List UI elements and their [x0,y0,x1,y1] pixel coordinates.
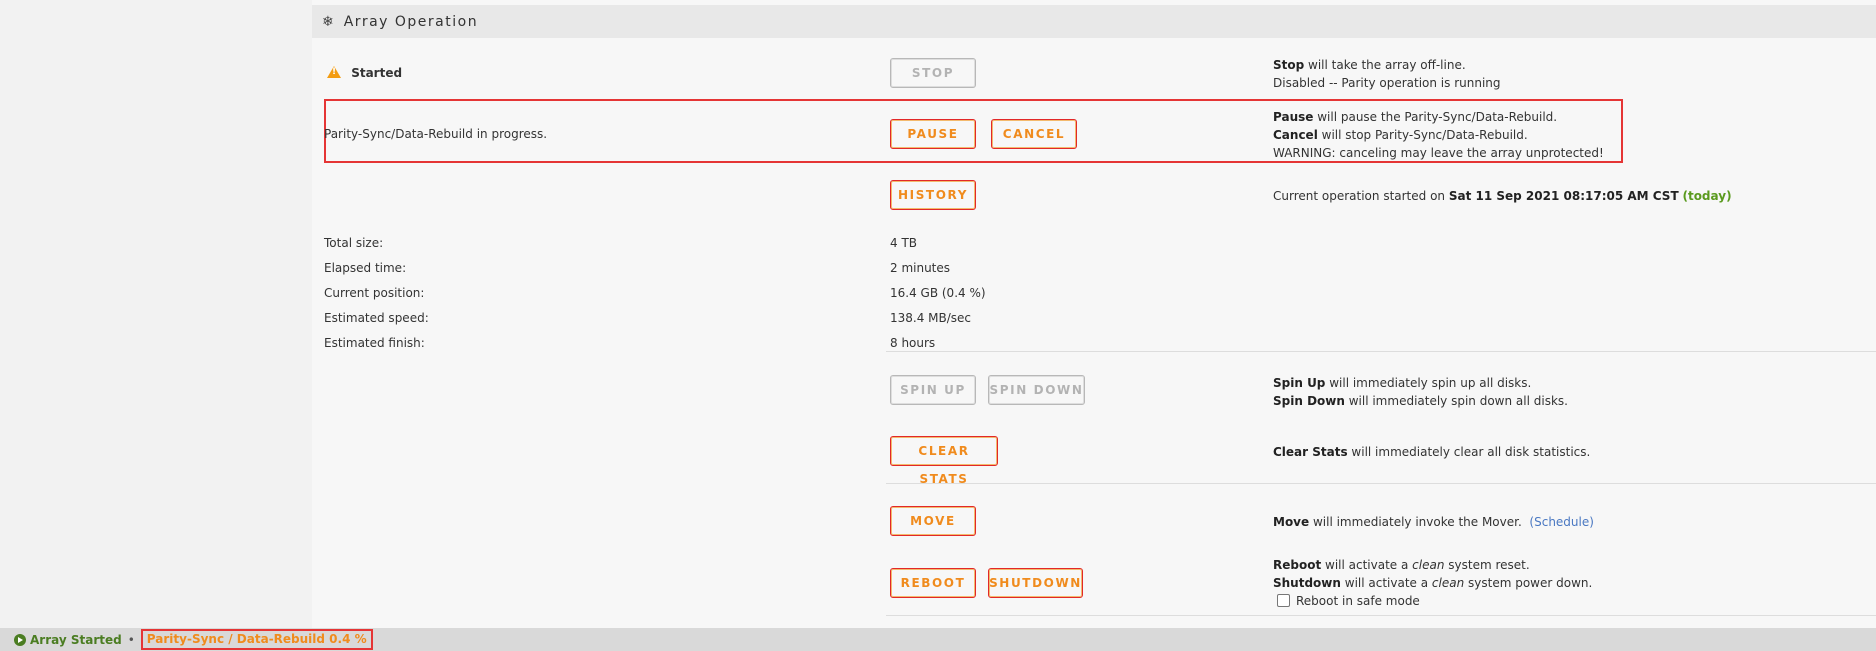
clear-stats-desc-bold: Clear Stats [1273,445,1348,459]
stats-values: 4 TB 2 minutes 16.4 GB (0.4 %) 138.4 MB/… [890,231,986,356]
spin-up-button[interactable]: SPIN UP [890,375,976,405]
schedule-link[interactable]: (Schedule) [1529,515,1594,529]
move-description: Move will immediately invoke the Mover. … [1273,513,1594,531]
stat-label-elapsed-time: Elapsed time: [324,261,407,275]
pause-desc-text: will pause the Parity-Sync/Data-Rebuild. [1313,110,1558,124]
stop-button[interactable]: STOP [890,58,976,88]
reboot-desc-text: will activate a [1321,558,1413,572]
stat-value-total-size: 4 TB [890,236,918,250]
spin-down-desc-bold: Spin Down [1273,394,1345,408]
parity-progress-text: Parity-Sync/Data-Rebuild in progress. [324,127,548,141]
reboot-desc-bold: Reboot [1273,558,1322,572]
divider [886,483,1876,484]
shutdown-desc-emphasis: clean [1431,576,1465,590]
shutdown-desc-end: system power down. [1464,576,1593,590]
safe-mode-label: Reboot in safe mode [1296,594,1420,608]
pause-desc-bold: Pause [1273,110,1314,124]
array-started-status: Array Started [30,632,122,647]
warning-icon [327,66,341,78]
move-desc-bold: Move [1273,515,1310,529]
move-button[interactable]: MOVE [890,506,976,536]
status-label: Started [351,66,403,80]
move-desc-text: will immediately invoke the Mover. [1309,515,1522,529]
stat-label-estimated-finish: Estimated finish: [324,336,425,350]
cancel-warning: WARNING: canceling may leave the array u… [1273,146,1604,160]
stat-label-estimated-speed: Estimated speed: [324,311,429,325]
cancel-desc-text: will stop Parity-Sync/Data-Rebuild. [1317,128,1528,142]
history-button[interactable]: HISTORY [890,180,976,210]
stat-value-current-position: 16.4 GB (0.4 %) [890,286,986,300]
clear-stats-button[interactable]: CLEAR STATS [890,436,998,486]
safe-mode-checkbox[interactable] [1277,594,1290,607]
clear-stats-description: Clear Stats will immediately clear all d… [1273,443,1590,461]
spin-up-desc-bold: Spin Up [1273,376,1326,390]
history-description: Current operation started on Sat 11 Sep … [1273,187,1732,205]
pause-button[interactable]: PAUSE [890,119,976,149]
play-circle-icon [14,633,26,646]
safe-mode-option[interactable]: Reboot in safe mode [1277,594,1420,608]
array-operation-panel [312,0,1876,628]
stop-disabled-note: Disabled -- Parity operation is running [1273,76,1501,90]
shutdown-desc-text: will activate a [1340,576,1432,590]
clear-stats-desc-text: will immediately clear all disk statisti… [1347,445,1591,459]
history-desc-text: Current operation started on [1273,189,1449,203]
cancel-button[interactable]: CANCEL [991,119,1077,149]
divider [886,351,1876,352]
stat-value-elapsed-time: 2 minutes [890,261,951,275]
reboot-desc-emphasis: clean [1412,558,1445,572]
status-footer: Array Started • Parity-Sync / Data-Rebui… [0,628,1876,651]
spin-down-button[interactable]: SPIN DOWN [988,375,1085,405]
reboot-desc-end: system reset. [1444,558,1530,572]
snowflake-icon: ❄ [322,13,334,30]
cancel-desc-bold: Cancel [1273,128,1318,142]
stat-label-current-position: Current position: [324,286,425,300]
stop-description: Stop will take the array off-line. Disab… [1273,56,1501,92]
today-label: (today) [1682,189,1732,203]
section-header: ❄ Array Operation [312,5,1876,38]
operation-start-date: Sat 11 Sep 2021 08:17:05 AM CST [1448,189,1679,203]
footer-separator: • [127,632,135,647]
shutdown-desc-bold: Shutdown [1273,576,1341,590]
stat-label-total-size: Total size: [324,236,384,250]
stat-value-estimated-finish: 8 hours [890,336,936,350]
divider [886,615,1876,616]
parity-progress-status[interactable]: Parity-Sync / Data-Rebuild 0.4 % [140,629,373,650]
spin-down-desc-text: will immediately spin down all disks. [1344,394,1568,408]
stats-labels: Total size: Elapsed time: Current positi… [324,231,429,356]
reboot-button[interactable]: REBOOT [890,568,976,598]
shutdown-button[interactable]: SHUTDOWN [988,568,1083,598]
parity-description: Pause will pause the Parity-Sync/Data-Re… [1273,108,1604,162]
spin-description: Spin Up will immediately spin up all dis… [1273,374,1568,410]
array-status: Started [327,66,402,80]
spin-up-desc-text: will immediately spin up all disks. [1325,376,1532,390]
section-title: Array Operation [343,13,479,30]
stop-desc-text: will take the array off-line. [1304,58,1466,72]
stop-desc-bold: Stop [1273,58,1305,72]
power-description: Reboot will activate a clean system rese… [1273,556,1592,610]
stat-value-estimated-speed: 138.4 MB/sec [890,311,972,325]
